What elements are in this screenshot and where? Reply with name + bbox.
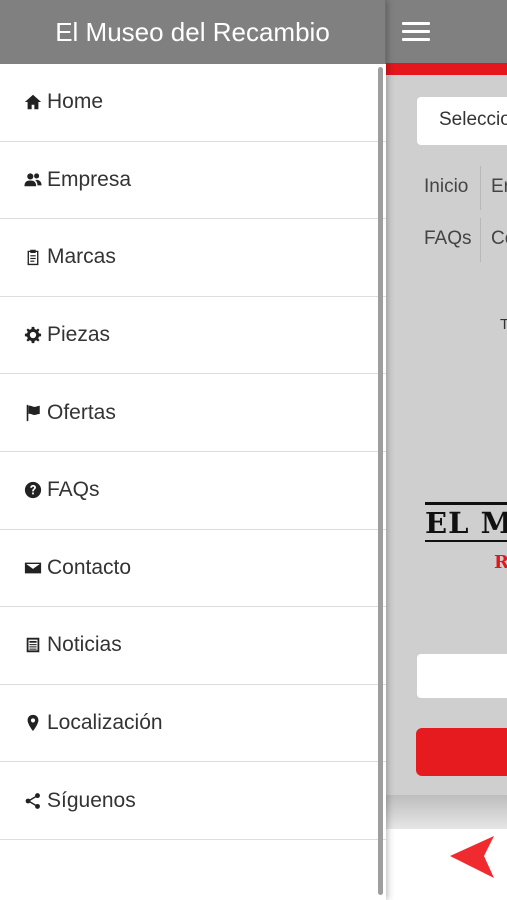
menu-item-label: Piezas [47,323,111,347]
menu-item-piezas[interactable]: Piezas [0,296,386,375]
menu-item-home[interactable]: Home [0,64,386,142]
page-nav-inicio[interactable]: Inicio [424,176,468,198]
menu-item-contacto[interactable]: Contacto [0,529,386,608]
menu-item-faqs[interactable]: FAQs [0,451,386,530]
drawer-menu: Home Empresa Marcas Piezas Ofertas FAQs … [0,64,386,840]
share-icon [23,791,43,811]
page-nav-contacto[interactable]: Co [491,228,507,250]
menu-item-label: Localización [47,711,163,735]
page-bottom-shadow [386,795,507,829]
menu-item-label: Marcas [47,245,116,269]
menu-item-empresa[interactable]: Empresa [0,141,386,220]
drawer-scrollbar[interactable] [378,67,383,895]
flag-icon [23,403,43,423]
menu-item-noticias[interactable]: Noticias [0,607,386,685]
page-submit-button[interactable] [416,728,507,776]
menu-item-label: FAQs [47,478,100,502]
site-logo-subtext: R [494,552,507,573]
page-select-dropdown[interactable]: Seleccio [417,97,507,145]
page-nav-faqs[interactable]: FAQs [424,228,472,250]
users-icon [23,170,43,190]
home-icon [23,92,43,112]
gear-icon [23,325,43,345]
question-circle-icon [23,480,43,500]
drawer-title: El Museo del Recambio [0,0,386,64]
menu-item-label: Síguenos [47,788,136,812]
menu-item-marcas[interactable]: Marcas [0,219,386,297]
menu-item-siguenos[interactable]: Síguenos [0,762,386,840]
menu-item-label: Contacto [47,555,132,579]
menu-item-label: Ofertas [47,400,116,424]
menu-item-label: Home [47,90,104,114]
menu-item-label: Empresa [47,167,132,191]
back-arrow-icon[interactable] [448,832,498,880]
page-nav-links: Inicio Er FAQs Co [386,162,507,266]
page-search-input[interactable] [417,654,507,698]
page-tagline: T [500,316,507,333]
site-logo: EL M [425,502,507,546]
site-logo-text: EL M [425,506,507,540]
page-footer [386,829,507,900]
clipboard-icon [23,247,43,267]
menu-item-localizacion[interactable]: Localización [0,684,386,763]
hamburger-menu-icon[interactable] [400,18,432,46]
map-marker-icon [23,713,43,733]
envelope-icon [23,558,43,578]
menu-item-ofertas[interactable]: Ofertas [0,374,386,452]
nav-drawer: El Museo del Recambio Home Empresa Marca… [0,0,386,900]
page-nav-empresa[interactable]: Er [491,176,507,198]
accent-strip [386,63,507,75]
menu-item-label: Noticias [47,633,122,657]
newspaper-icon [23,635,43,655]
